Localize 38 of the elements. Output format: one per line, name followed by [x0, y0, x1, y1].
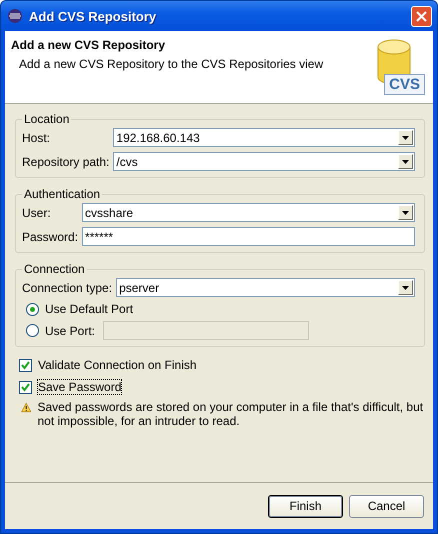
warning-icon — [21, 400, 32, 415]
field-label: Repository path: — [22, 154, 110, 168]
dropdown-button[interactable] — [398, 130, 413, 145]
dialog-button[interactable]: Finish — [268, 494, 343, 518]
radio-button[interactable] — [26, 302, 39, 316]
close-button[interactable] — [411, 6, 432, 26]
caret-icon — [402, 286, 409, 290]
checkbox-label[interactable]: Validate Connection on Finish — [38, 358, 197, 372]
group-title: Authentication — [23, 187, 102, 201]
caret-icon — [402, 160, 409, 164]
combo-box[interactable]: cvsshare — [82, 203, 415, 222]
app-icon — [7, 8, 23, 24]
checkbox-label[interactable]: Save Password — [38, 380, 122, 394]
field-label: Host: — [22, 130, 52, 144]
combo-box[interactable]: /cvs — [113, 152, 415, 171]
caret-icon — [402, 210, 409, 214]
window-title: Add CVS Repository — [29, 8, 158, 24]
caret-icon — [402, 136, 409, 140]
combo-box[interactable]: 192.168.60.143 — [113, 128, 415, 147]
combo-box[interactable]: pserver — [116, 278, 415, 297]
checkbox[interactable] — [19, 380, 32, 394]
group-title: Connection — [23, 262, 86, 276]
field-label: Password: — [22, 230, 78, 244]
logo-badge: CVS — [384, 74, 425, 95]
field-label: User: — [22, 206, 52, 220]
checkbox[interactable] — [19, 358, 32, 372]
dropdown-button[interactable] — [398, 154, 413, 169]
radio-label[interactable]: Use Default Port — [45, 302, 134, 316]
dropdown-button[interactable] — [398, 205, 413, 220]
dropdown-button[interactable] — [398, 280, 413, 295]
warning-message: Saved passwords are stored on your computer in a file that's difficult, but not impossible, for an intruder to read. — [37, 400, 424, 428]
group-title: Location — [23, 112, 70, 126]
password-field[interactable]: ****** — [82, 227, 415, 246]
dialog-button[interactable]: Cancel — [349, 494, 424, 518]
page-description: Add a new CVS Repository to the CVS Repositories view — [18, 57, 324, 71]
field-label: Connection type: — [22, 280, 112, 294]
page-title: Add a new CVS Repository — [11, 38, 166, 52]
close-icon — [416, 10, 427, 22]
